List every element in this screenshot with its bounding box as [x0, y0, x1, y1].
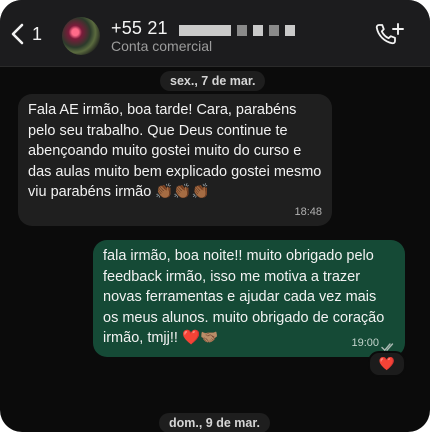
add-call-button[interactable] [374, 22, 404, 48]
contact-name[interactable]: +55 21 [111, 18, 301, 40]
date-separator: sex., 7 de mar. [160, 71, 266, 91]
contact-name-text: +55 21 [111, 18, 168, 38]
avatar[interactable] [62, 17, 100, 55]
chevron-left-icon [11, 23, 24, 45]
contact-subtitle: Conta comercial [111, 38, 213, 54]
outgoing-message[interactable]: fala irmão, boa noite!! muito obrigado p… [93, 240, 405, 357]
message-text: fala irmão, boa noite!! muito obrigado p… [103, 248, 385, 346]
phone-add-icon [375, 23, 404, 45]
message-time: 18:48 [294, 205, 322, 218]
unread-count: 1 [32, 23, 43, 44]
chat-header: 1 +55 21 Conta comercial [0, 0, 430, 67]
date-separator: dom., 9 de mar. [159, 413, 271, 432]
incoming-message[interactable]: Fala AE irmão, boa tarde! Cara, parabéns… [18, 94, 332, 226]
message-text: Fala AE irmão, boa tarde! Cara, parabéns… [28, 102, 322, 200]
redacted-number [178, 19, 301, 40]
chat-screen: 1 +55 21 Conta comercial sex., 7 de mar.… [0, 0, 430, 432]
message-time: 19:00 [351, 336, 379, 349]
message-reaction[interactable]: ❤️ [368, 351, 406, 377]
back-button[interactable]: 1 [10, 22, 46, 46]
